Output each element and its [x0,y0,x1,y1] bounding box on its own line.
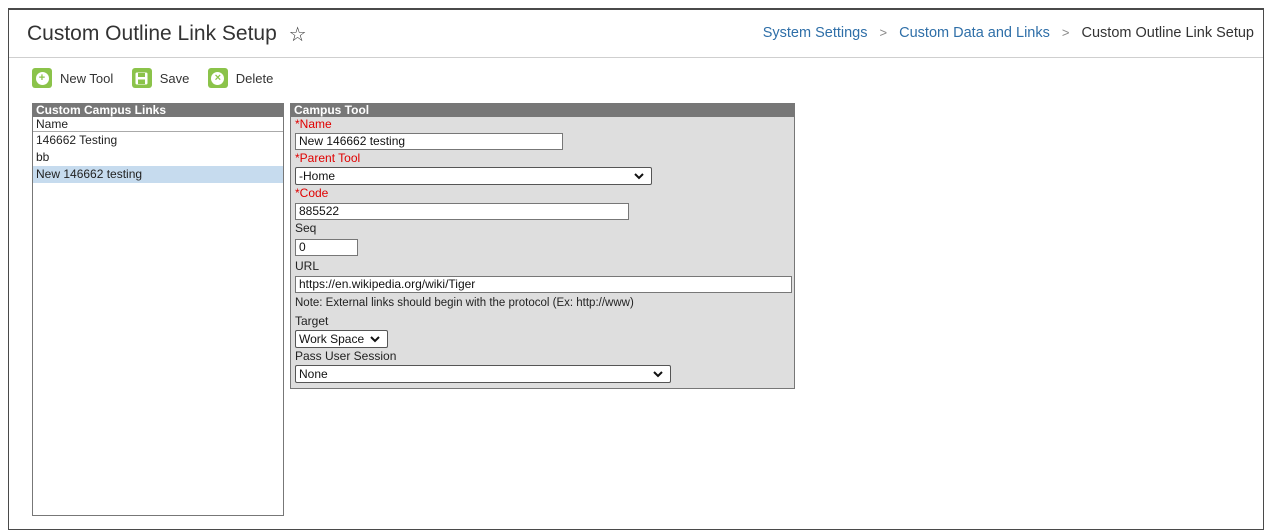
save-label: Save [159,70,190,86]
campus-tool-form: Campus Tool *Name New 146662 testing *Pa… [290,103,795,389]
name-input[interactable]: New 146662 testing [295,133,563,150]
column-header-name[interactable]: Name [33,117,283,132]
url-label: URL [295,259,320,273]
list-item[interactable]: bb [33,149,283,166]
app-window: Custom Outline Link Setup ☆ System Setti… [8,8,1264,530]
list-item-selected[interactable]: New 146662 testing [33,166,283,183]
pass-user-session-value: None [299,367,328,381]
close-circle-icon: × [207,68,228,88]
toolbar: + New Tool Save × Delete [32,67,287,91]
delete-label: Delete [235,70,274,86]
chevron-down-icon [370,336,380,343]
breadcrumb-system-settings[interactable]: System Settings [763,25,868,41]
panel-title: Custom Campus Links [33,104,283,117]
breadcrumb: System Settings > Custom Data and Links … [763,25,1254,41]
new-tool-label: New Tool [60,70,114,86]
name-label: *Name [295,117,332,131]
seq-input[interactable]: 0 [295,239,358,256]
url-note: Note: External links should begin with t… [295,297,634,309]
target-value: Work Space [299,332,365,346]
page-title: Custom Outline Link Setup [27,22,277,45]
seq-label: Seq [295,221,317,235]
new-tool-button[interactable]: + New Tool [32,67,113,89]
url-input[interactable]: https://en.wikipedia.org/wiki/Tiger [295,276,792,293]
page-header: Custom Outline Link Setup ☆ System Setti… [9,10,1263,58]
save-button[interactable]: Save [131,67,190,89]
delete-button[interactable]: × Delete [207,67,274,89]
target-label: Target [295,314,329,328]
parent-tool-label: *Parent Tool [295,151,361,165]
code-label: *Code [295,186,329,200]
list-item[interactable]: 146662 Testing [33,132,283,149]
pass-user-session-select[interactable]: None [295,365,671,383]
save-icon [131,68,152,88]
panel-title: Campus Tool [291,104,794,117]
chevron-right-icon: > [879,25,888,40]
target-select[interactable]: Work Space [295,330,388,348]
custom-campus-links-panel: Custom Campus Links Name 146662 Testing … [32,103,284,516]
page-title-wrap: Custom Outline Link Setup ☆ [27,22,307,47]
parent-tool-select[interactable]: -Home [295,167,652,185]
chevron-down-icon [653,371,663,378]
breadcrumb-current: Custom Outline Link Setup [1081,25,1254,41]
chevron-right-icon: > [1061,25,1070,40]
plus-circle-icon: + [32,68,52,88]
star-outline-icon[interactable]: ☆ [289,22,307,47]
chevron-down-icon [634,173,644,180]
parent-tool-value: -Home [299,169,336,183]
pass-user-session-label: Pass User Session [295,349,397,363]
code-input[interactable]: 885522 [295,203,629,220]
breadcrumb-custom-data-links[interactable]: Custom Data and Links [899,25,1050,41]
